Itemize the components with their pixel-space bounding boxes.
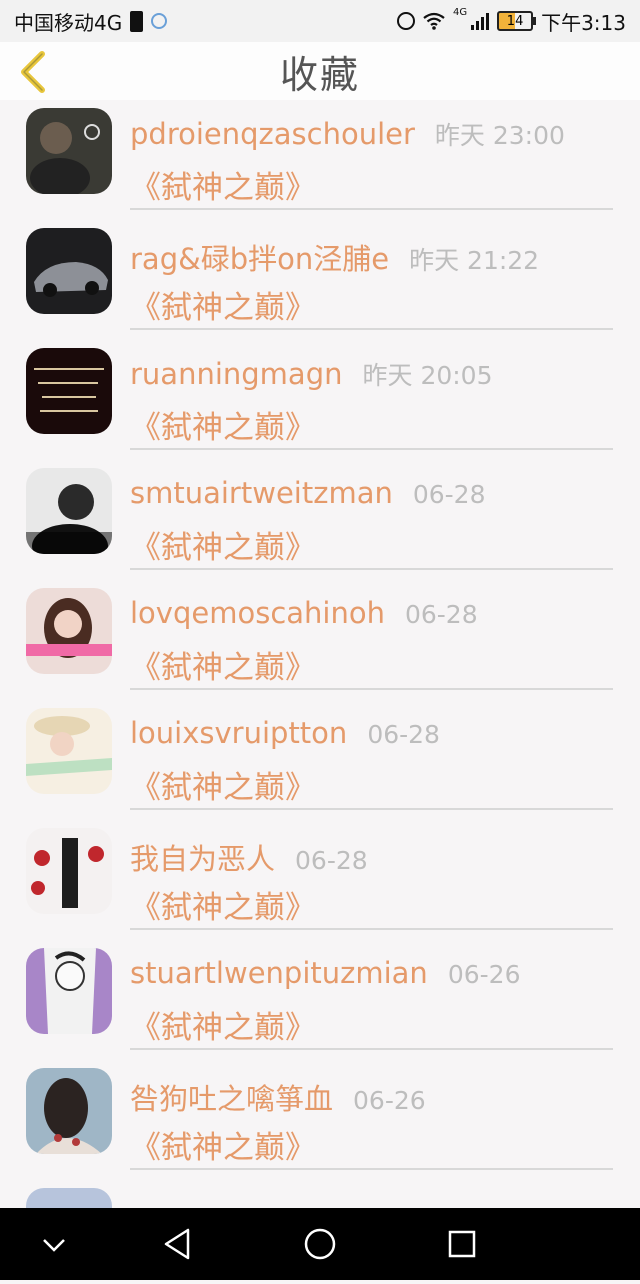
name-row: ruanningmagn 昨天 20:05 (130, 356, 493, 392)
avatar[interactable] (26, 108, 112, 194)
carrier-label: 中国移动4G (14, 10, 123, 35)
timestamp: 06-28 (404, 600, 478, 629)
book-title: 《弑神之巅》 (130, 770, 316, 806)
system-nav-bar (0, 1208, 640, 1280)
sim-icon (130, 10, 144, 32)
status-bar: 中国移动4G 4G 14 下午3:13 (0, 0, 640, 42)
list-item[interactable]: stuartlwenpituzmian 06-26 《弑神之巅》 (0, 940, 640, 1060)
list-item[interactable]: pdroienqzaschouler 昨天 23:00 《弑神之巅》 (0, 100, 640, 220)
favorites-list[interactable]: pdroienqzaschouler 昨天 23:00 《弑神之巅》 rag&碌… (0, 100, 640, 1208)
book-title: 《弑神之巅》 (130, 1130, 316, 1166)
name-row: pdroienqzaschouler 昨天 23:00 (130, 116, 565, 152)
avatar[interactable] (26, 708, 112, 794)
clock: 下午3:13 (541, 10, 626, 35)
divider (130, 448, 613, 450)
network-type-label: 4G (452, 6, 468, 18)
username: smtuairtweitzman (130, 476, 393, 510)
book-title: 《弑神之巅》 (130, 290, 316, 326)
name-row: smtuairtweitzman 06-28 (130, 476, 486, 510)
book-title: 《弑神之巅》 (130, 410, 316, 446)
back-nav-button[interactable] (138, 1208, 218, 1280)
book-title: 《弑神之巅》 (130, 170, 316, 206)
avatar[interactable] (26, 1068, 112, 1154)
avatar[interactable] (26, 948, 112, 1034)
wifi-icon (423, 12, 445, 30)
app-notification-icon (151, 13, 168, 29)
avatar[interactable] (26, 588, 112, 674)
list-item[interactable]: 我自为恶人 06-28 《弑神之巅》 (0, 820, 640, 940)
avatar[interactable] (26, 348, 112, 434)
avatar[interactable] (26, 828, 112, 914)
divider (130, 208, 613, 210)
divider (130, 1048, 613, 1050)
chevron-left-icon (21, 51, 45, 93)
title-bar: 收藏 (0, 42, 640, 100)
name-row: louixsvruiptton 06-28 (130, 716, 440, 750)
divider (130, 928, 613, 930)
battery-icon: 14 (497, 11, 537, 31)
square-recents-icon (448, 1230, 476, 1258)
timestamp: 06-26 (447, 960, 521, 989)
name-row: rag&碌b拌on泾脯e 昨天 21:22 (130, 236, 539, 278)
username: 我自为恶人 (130, 842, 276, 876)
username: lovqemoscahinoh (130, 596, 385, 630)
book-title: 《弑神之巅》 (130, 530, 316, 566)
list-item[interactable]: rag&碌b拌on泾脯e 昨天 21:22 《弑神之巅》 (0, 220, 640, 340)
list-item[interactable]: smtuairtweitzman 06-28 《弑神之巅》 (0, 460, 640, 580)
list-item[interactable]: 咎狗吐之噙箏血 06-26 《弑神之巅》 (0, 1060, 640, 1180)
list-item[interactable]: louixsvruiptton 06-28 《弑神之巅》 (0, 700, 640, 820)
name-row: stuartlwenpituzmian 06-26 (130, 956, 520, 990)
name-row: 咎狗吐之噙箏血 06-26 (130, 1076, 426, 1118)
back-button[interactable] (14, 50, 54, 94)
timestamp: 昨天 21:22 (409, 246, 540, 275)
username: pdroienqzaschouler (130, 117, 415, 151)
name-row: 我自为恶人 06-28 (130, 836, 368, 878)
battery-level: 14 (506, 13, 524, 29)
alarm-icon (396, 12, 415, 30)
home-nav-button[interactable] (280, 1208, 360, 1280)
status-right: 4G 14 下午3:13 (396, 6, 640, 36)
username: ruanningmagn (130, 357, 343, 391)
avatar[interactable] (26, 228, 112, 314)
timestamp: 昨天 20:05 (362, 361, 493, 390)
home-circle-icon (304, 1228, 336, 1260)
username: rag&碌b拌on泾脯e (130, 242, 390, 276)
book-title: 《弑神之巅》 (130, 1010, 316, 1046)
book-title: 《弑神之巅》 (130, 650, 316, 686)
hide-nav-button[interactable] (14, 1208, 94, 1280)
username: 咎狗吐之噙箏血 (130, 1082, 334, 1116)
page-title: 收藏 (279, 52, 360, 97)
book-title: 《弑神之巅》 (130, 890, 316, 926)
status-left: 中国移动4G (0, 7, 168, 36)
timestamp: 昨天 23:00 (434, 121, 565, 150)
triangle-back-icon (164, 1228, 190, 1260)
divider (130, 1168, 613, 1170)
timestamp: 06-28 (295, 846, 368, 875)
signal-icon (471, 12, 490, 30)
recents-nav-button[interactable] (422, 1208, 502, 1280)
timestamp: 06-28 (412, 480, 486, 509)
timestamp: 06-26 (353, 1086, 426, 1115)
name-row: lovqemoscahinoh 06-28 (130, 596, 478, 630)
avatar[interactable] (26, 468, 112, 554)
timestamp: 06-28 (367, 720, 440, 749)
list-item[interactable]: ruanningmagn 昨天 20:05 《弑神之巅》 (0, 340, 640, 460)
avatar[interactable] (26, 1188, 112, 1208)
divider (130, 688, 613, 690)
divider (130, 808, 613, 810)
list-item[interactable]: lovqemoscahinoh 06-28 《弑神之巅》 (0, 580, 640, 700)
username: louixsvruiptton (130, 716, 348, 750)
list-item-partial[interactable] (0, 1180, 640, 1208)
divider (130, 568, 613, 570)
divider (130, 328, 613, 330)
username: stuartlwenpituzmian (130, 956, 428, 990)
chevron-down-icon (43, 1239, 65, 1252)
